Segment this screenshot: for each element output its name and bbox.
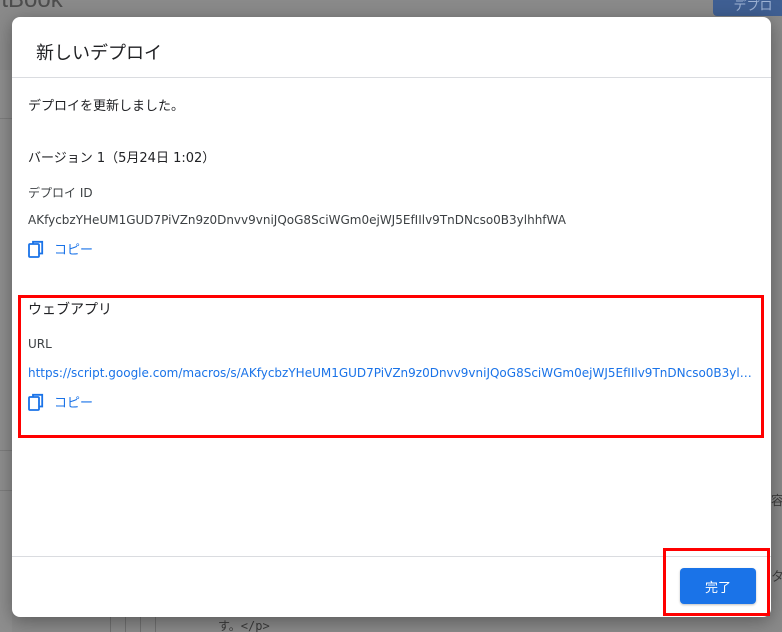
header-divider [12, 77, 771, 78]
background-divider [0, 450, 12, 451]
screen: itBook デプロ 容 タ す。</p> 新しいデプロイ デプロイを更新しまし… [0, 0, 782, 632]
background-gutter-line [125, 617, 126, 632]
footer-divider [12, 556, 771, 557]
deployment-updated-message: デプロイを更新しました。 [28, 99, 185, 114]
background-text-fragment: 容 [771, 494, 782, 509]
background-project-title: itBook [0, 0, 63, 14]
copy-icon [28, 240, 44, 258]
background-code-line: す。</p> [218, 619, 270, 632]
deploy-id-label: デプロイ ID [28, 186, 93, 200]
version-label: バージョン 1（5月24日 1:02） [28, 151, 216, 166]
background-deploy-button: デプロ [713, 0, 782, 16]
web-app-highlight-box [18, 295, 764, 438]
deploy-id-value: AKfycbzYHeUM1GUD7PiVZn9z0Dnvv9vniJQoG8Sc… [28, 213, 566, 227]
background-gutter-line [140, 617, 141, 632]
copy-deploy-id-button[interactable]: コピー [28, 239, 93, 258]
background-sidebar-strip [0, 70, 12, 632]
background-divider [0, 118, 12, 119]
done-button-highlight-box [663, 548, 770, 616]
background-gutter-line [155, 617, 156, 632]
dialog-title: 新しいデプロイ [36, 43, 162, 64]
background-text-fragment: タ [771, 570, 782, 585]
background-gutter-line [110, 617, 111, 632]
background-divider [0, 490, 12, 491]
copy-label: コピー [54, 243, 94, 258]
